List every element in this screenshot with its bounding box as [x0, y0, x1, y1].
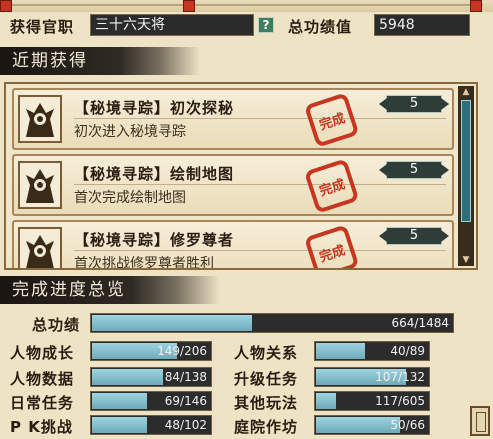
progress-bar: 48/102	[90, 415, 212, 435]
rank-label: 获得官职	[10, 18, 75, 36]
total-progress-row: 总功绩 664/1484	[22, 313, 472, 335]
progress-label: 人物成长	[10, 344, 75, 362]
item-divider	[74, 184, 446, 185]
frame-post-left	[0, 0, 12, 12]
progress-value: 48/102	[164, 418, 207, 432]
progress-bar: 84/138	[90, 367, 212, 387]
progress-row: 庭院作坊 50/66	[234, 415, 474, 437]
overview-title: 完成进度总览	[12, 280, 126, 300]
progress-value: 149/206	[157, 344, 207, 358]
progress-label: P K挑战	[10, 418, 73, 436]
help-icon[interactable]: ?	[258, 17, 274, 33]
progress-row: 人物成长 149/206	[10, 341, 220, 363]
list-scrollbar[interactable]: ▲ ▼	[458, 86, 474, 266]
progress-fill	[316, 343, 366, 359]
recent-list[interactable]: 【秘境寻踪】初次探秘 初次进入秘境寻踪 完成 5 【秘境寻踪】绘制地图 首次完成…	[4, 82, 478, 270]
score-field: 5948	[374, 14, 470, 36]
rank-score-row: 获得官职 三十六天将 ? 总功绩值 5948	[0, 14, 493, 38]
achievement-avatar-icon	[18, 227, 62, 268]
item-desc: 首次完成绘制地图	[74, 190, 186, 206]
item-title: 【秘境寻踪】修罗尊者	[74, 231, 235, 249]
overview-banner: 完成进度总览	[0, 276, 220, 304]
progress-row: 人物数据 84/138	[10, 367, 220, 389]
progress-label: 其他玩法	[234, 394, 299, 412]
progress-row: 日常任务 69/146	[10, 391, 220, 413]
completed-stamp-icon: 完成	[302, 160, 362, 218]
item-desc: 初次进入秘境寻踪	[74, 124, 186, 140]
item-desc: 首次挑战修罗尊者胜利	[74, 256, 214, 270]
progress-bar: 40/89	[314, 341, 430, 361]
progress-value: 664/1484	[391, 316, 450, 330]
scroll-up-icon[interactable]: ▲	[461, 87, 471, 97]
stamp-text: 完成	[317, 242, 347, 265]
progress-bar: 107/132	[314, 367, 430, 387]
item-title: 【秘境寻踪】绘制地图	[74, 165, 235, 183]
item-title: 【秘境寻踪】初次探秘	[74, 99, 235, 117]
frame-post-mid	[183, 0, 195, 12]
points-badge: 5	[379, 227, 449, 245]
list-item[interactable]: 【秘境寻踪】绘制地图 首次完成绘制地图 完成 5	[12, 154, 454, 216]
points-badge: 5	[379, 95, 449, 113]
progress-fill	[92, 315, 252, 331]
progress-fill	[92, 417, 147, 433]
progress-value: 84/138	[164, 370, 207, 384]
total-progress-bar: 664/1484	[90, 313, 454, 333]
progress-bar: 149/206	[90, 341, 212, 361]
progress-label: 人物数据	[10, 370, 75, 388]
completed-stamp-icon: 完成	[302, 226, 362, 268]
progress-row: 升级任务 107/132	[234, 367, 474, 389]
stamp-text: 完成	[317, 110, 347, 133]
frame-line	[10, 4, 483, 6]
progress-value: 50/66	[390, 418, 425, 432]
achievement-avatar-icon	[18, 161, 62, 209]
progress-value: 69/146	[164, 394, 207, 408]
progress-bar: 117/605	[314, 391, 430, 411]
progress-fill	[92, 393, 147, 409]
rank-field: 三十六天将	[90, 14, 254, 36]
total-label: 总功绩	[32, 316, 81, 334]
item-divider	[74, 118, 446, 119]
scrollbar-thumb[interactable]	[461, 100, 471, 222]
completed-stamp-icon: 完成	[302, 94, 362, 152]
progress-bar: 50/66	[314, 415, 430, 435]
progress-fill	[316, 417, 401, 433]
progress-row: 其他玩法 117/605	[234, 391, 474, 413]
progress-label: 日常任务	[10, 394, 75, 412]
progress-row: 人物关系 40/89	[234, 341, 474, 363]
progress-label: 升级任务	[234, 370, 299, 388]
progress-value: 40/89	[390, 344, 425, 358]
progress-value: 117/605	[375, 394, 425, 408]
stamp-text: 完成	[317, 176, 347, 199]
score-label: 总功绩值	[288, 18, 353, 36]
list-item[interactable]: 【秘境寻踪】修罗尊者 首次挑战修罗尊者胜利 完成 5	[12, 220, 454, 270]
list-item[interactable]: 【秘境寻踪】初次探秘 初次进入秘境寻踪 完成 5	[12, 88, 454, 150]
window-top-frame	[0, 0, 493, 12]
achievement-avatar-icon	[18, 95, 62, 143]
progress-row: P K挑战 48/102	[10, 415, 220, 437]
progress-label: 人物关系	[234, 344, 299, 362]
scroll-down-icon[interactable]: ▼	[461, 255, 471, 265]
item-divider	[74, 250, 446, 251]
progress-fill	[92, 369, 164, 385]
frame-post-right	[470, 0, 482, 12]
recent-banner: 近期获得	[0, 47, 200, 75]
progress-fill	[316, 393, 336, 409]
progress-value: 107/132	[375, 370, 425, 384]
progress-bar: 69/146	[90, 391, 212, 411]
points-badge: 5	[379, 161, 449, 179]
progress-label: 庭院作坊	[234, 418, 299, 436]
corner-seal-icon	[470, 406, 490, 436]
recent-title: 近期获得	[12, 51, 88, 71]
